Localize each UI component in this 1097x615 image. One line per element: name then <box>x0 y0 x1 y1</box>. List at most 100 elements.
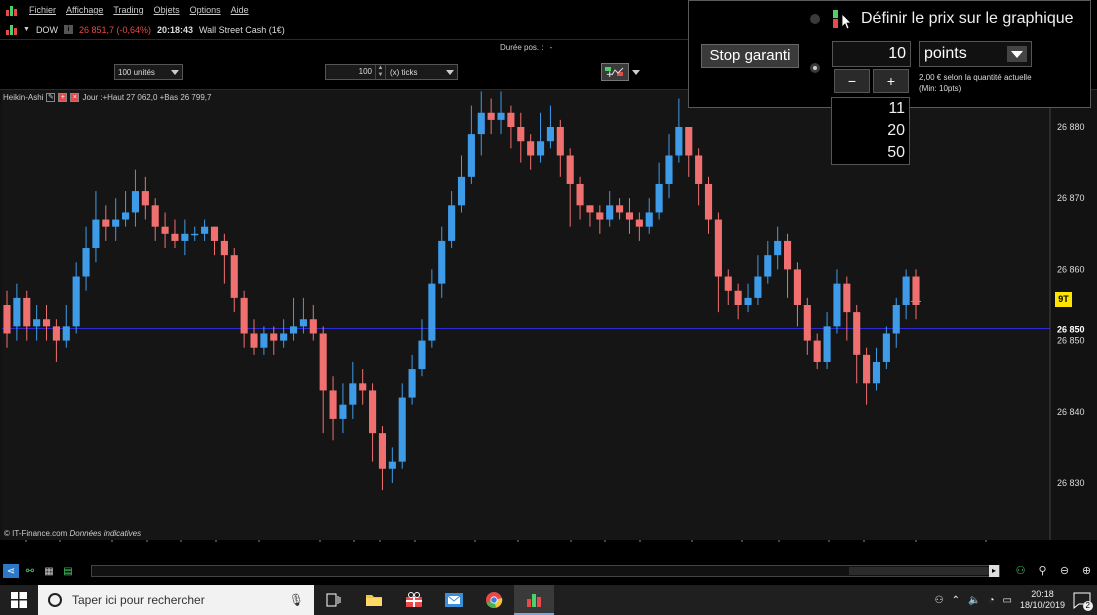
info-icon[interactable]: i <box>63 25 73 34</box>
cortana-icon <box>48 593 62 607</box>
candle-body <box>714 219 722 277</box>
candle-body <box>586 205 594 213</box>
volume-icon[interactable]: 🔈 <box>968 595 980 606</box>
chart-canvas[interactable]: 26 880 26 870 26 860 26 850 26 840 26 830 26 8… <box>0 90 1097 542</box>
candle-body <box>62 326 70 341</box>
y-tick-label: 26 830 <box>1057 478 1085 488</box>
candle-body <box>23 297 31 327</box>
menu-aide[interactable]: Aide <box>226 5 254 15</box>
decrement-button[interactable]: − <box>834 69 870 93</box>
menu-objets[interactable]: Objets <box>149 5 185 15</box>
file-explorer-icon[interactable] <box>354 585 394 615</box>
candle-body <box>853 312 861 355</box>
y-tick-label: 26 870 <box>1057 193 1085 203</box>
candle-body <box>3 305 11 334</box>
candle-body <box>764 255 772 277</box>
mail-app-icon[interactable] <box>434 585 474 615</box>
wifi-icon[interactable]: ◔ <box>988 595 994 606</box>
quantity-select[interactable]: 100 unités <box>114 64 183 80</box>
zoom-out-icon[interactable]: ⊖ <box>1056 563 1073 579</box>
define-price-label[interactable]: Définir le prix sur le graphique <box>861 10 1074 28</box>
chevron-down-icon[interactable] <box>632 69 640 75</box>
define-price-radio[interactable] <box>810 14 820 24</box>
candle-body <box>477 112 485 135</box>
unit-select[interactable]: points <box>919 41 1032 67</box>
price-chart[interactable]: 26 880 26 870 26 860 26 850 26 840 26 830 26 8… <box>0 90 1097 542</box>
points-option[interactable]: 50 <box>832 142 909 164</box>
clock-date: 18/10/2019 <box>1019 600 1065 610</box>
windows-start-icon[interactable] <box>0 585 38 615</box>
taskbar-clock[interactable]: 20:18 18/10/2019 <box>1020 589 1065 611</box>
close-icon[interactable]: × <box>70 93 80 102</box>
y-tick-label: 26 880 <box>1057 122 1085 132</box>
candle-body <box>181 233 189 241</box>
zoom-fit-icon[interactable]: ⚲ <box>1034 563 1051 579</box>
add-indicator-icon[interactable]: + <box>58 93 68 102</box>
candle-body <box>210 226 219 241</box>
prorealtime-taskbar-icon[interactable] <box>514 585 554 615</box>
chart-type-label[interactable]: Heikin-Ashi <box>3 93 43 102</box>
symbol-dropdown-icon[interactable]: ▼ <box>23 26 30 33</box>
scroll-thumb[interactable] <box>849 567 989 575</box>
taskbar-search[interactable]: Taper ici pour rechercher 🎙 <box>38 585 314 615</box>
task-view-icon[interactable] <box>314 585 354 615</box>
ticker-name: Wall Street Cash (1€) <box>199 24 285 35</box>
candle-body <box>240 297 248 334</box>
people-icon[interactable]: ⚇ <box>935 595 944 606</box>
menu-affichage[interactable]: Affichage <box>61 5 108 15</box>
candle-body <box>33 319 41 327</box>
menu-options[interactable]: Options <box>185 5 226 15</box>
menu-trading[interactable]: Trading <box>108 5 148 15</box>
layout-icon[interactable]: ▤ <box>60 564 76 578</box>
order-tool-button[interactable]: + <box>601 62 640 82</box>
current-price-label: 26 850 <box>1057 324 1085 334</box>
candle-body <box>448 205 456 241</box>
candle-body <box>92 219 100 249</box>
store-gift-icon[interactable] <box>394 585 434 615</box>
stop-garanti-button[interactable]: Stop garanti <box>701 44 799 68</box>
indicator-icon[interactable]: ⚯ <box>22 564 38 578</box>
chart-settings-icon[interactable]: ⚇ <box>1012 563 1029 579</box>
candle-body <box>754 276 762 298</box>
points-option[interactable]: 11 <box>832 98 909 120</box>
ticker-symbol[interactable]: DOW <box>36 25 58 35</box>
notification-icon[interactable]: 2 <box>1073 591 1093 611</box>
increment-button[interactable]: + <box>873 69 909 93</box>
candle-body <box>112 219 120 227</box>
scroll-right-button[interactable]: ▸ <box>989 565 999 577</box>
share-icon[interactable]: ⋖ <box>3 564 19 578</box>
x-axis-band <box>0 540 1097 542</box>
candle-body <box>675 127 683 156</box>
chrome-icon[interactable] <box>474 585 514 615</box>
grid-icon[interactable]: ▦ <box>41 564 57 578</box>
candle-body <box>803 305 811 341</box>
ticks-stepper[interactable]: 100 ▲ ▼ (x) ticks <box>325 64 458 80</box>
microphone-icon[interactable]: 🎙 <box>289 593 304 607</box>
zoom-in-icon[interactable]: ⊕ <box>1078 563 1095 579</box>
chevron-down-icon[interactable] <box>446 69 454 75</box>
chevron-up-icon[interactable]: ⌃ <box>952 595 960 606</box>
candle-body <box>695 155 703 184</box>
ticks-unit: (x) ticks <box>390 67 418 77</box>
chevron-down-icon <box>171 69 179 75</box>
candle-body <box>596 212 604 220</box>
spinner-icon[interactable]: ▲ ▼ <box>376 65 386 79</box>
candle-body <box>42 319 51 327</box>
candle-body <box>141 191 149 206</box>
order-tool-icon: + <box>601 63 629 81</box>
candle-body <box>220 240 228 256</box>
chevron-down-icon[interactable] <box>1007 46 1027 62</box>
battery-icon[interactable]: ▭ <box>1003 595 1012 606</box>
points-radio[interactable] <box>810 63 820 73</box>
points-input[interactable]: 10 <box>832 41 911 67</box>
menu-fichier[interactable]: Fichier <box>24 5 61 15</box>
candle-body <box>339 404 347 419</box>
points-option[interactable]: 20 <box>832 120 909 142</box>
candle-body <box>704 183 713 220</box>
ticks-input[interactable]: 100 <box>326 65 376 79</box>
horizontal-scrollbar[interactable] <box>91 565 1000 577</box>
wrench-icon[interactable]: ✎ <box>46 93 56 102</box>
candle-body <box>724 276 732 291</box>
system-tray: ⚇ ⌃ 🔈 ◔ ▭ 20:18 18/10/2019 2 <box>935 589 1097 611</box>
candle-body <box>823 326 831 362</box>
